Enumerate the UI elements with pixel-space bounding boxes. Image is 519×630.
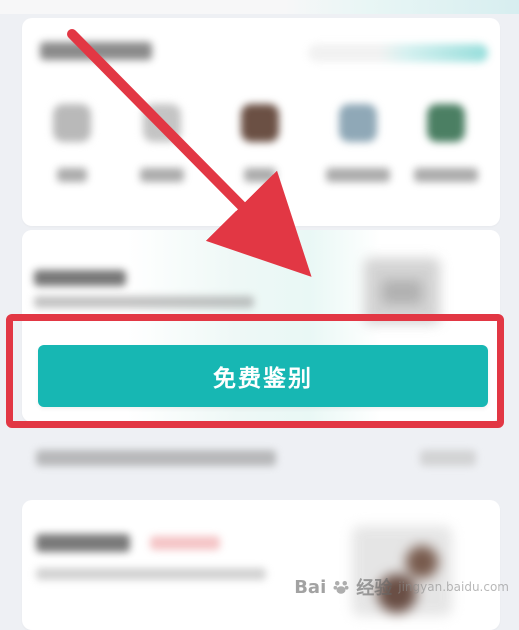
service-label — [244, 168, 276, 182]
section-title — [40, 42, 152, 60]
section-more[interactable] — [308, 44, 488, 62]
watermark-brand-prefix: Bai — [294, 576, 327, 598]
service-item[interactable] — [220, 104, 300, 214]
service-label — [414, 168, 478, 182]
service-label — [140, 168, 184, 182]
watermark-brand-suffix: 经验 — [356, 578, 393, 599]
service-icon — [143, 104, 181, 142]
bottom-card — [22, 500, 500, 630]
service-icon — [241, 104, 279, 142]
services-card — [22, 18, 500, 226]
service-item[interactable] — [32, 104, 112, 214]
service-item[interactable] — [122, 104, 202, 214]
info-row-right[interactable] — [420, 450, 476, 466]
bottom-image — [352, 526, 452, 616]
service-item[interactable] — [318, 104, 398, 214]
free-identify-button[interactable]: 免费鉴别 — [38, 345, 488, 407]
service-label — [57, 168, 87, 182]
service-icon — [339, 104, 377, 142]
bottom-tag — [150, 536, 220, 550]
bottom-subtitle — [36, 568, 266, 580]
identify-thumbnail — [364, 258, 440, 324]
top-strip — [0, 0, 519, 14]
paw-icon — [333, 581, 349, 594]
service-label — [326, 168, 390, 182]
identify-title — [34, 270, 126, 286]
service-icon — [427, 104, 465, 142]
service-icon — [53, 104, 91, 142]
bottom-title — [36, 534, 130, 552]
identify-subtitle — [34, 296, 254, 308]
watermark: Bai 经验 jingyan.baidu.com — [294, 574, 509, 600]
info-row-left — [36, 450, 276, 466]
watermark-url: jingyan.baidu.com — [398, 580, 509, 594]
service-item[interactable] — [406, 104, 486, 214]
